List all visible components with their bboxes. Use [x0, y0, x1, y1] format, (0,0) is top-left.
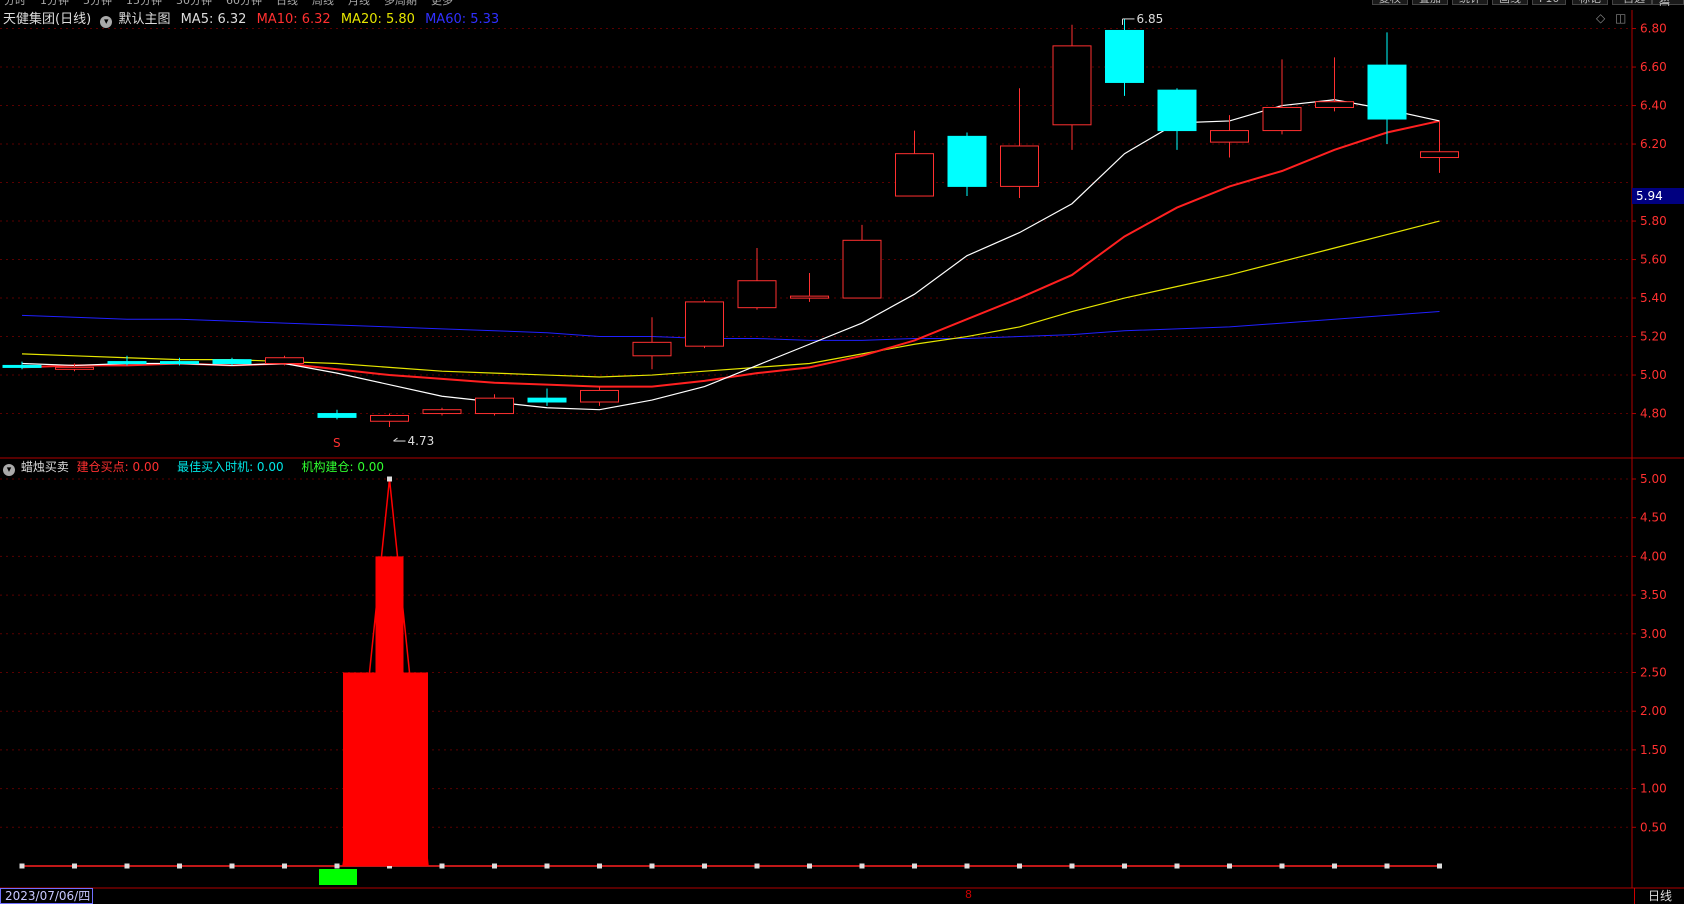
indicator-tick-label: 1.00 [1640, 782, 1667, 796]
indicator-dot [859, 863, 865, 869]
indicator-dot [177, 863, 182, 869]
indicator-tick-label: 3.00 [1640, 627, 1667, 641]
indicator-dot [124, 863, 130, 869]
candle [160, 361, 199, 365]
indicator-dot [439, 863, 445, 869]
candle [842, 239, 882, 299]
indicator-dot [1069, 863, 1075, 869]
candle [55, 366, 94, 370]
indicator-dot [807, 863, 812, 869]
candle [947, 135, 987, 187]
candle [2, 364, 42, 368]
candle [1262, 106, 1302, 132]
candle [422, 409, 462, 415]
candle [107, 361, 147, 365]
candle [790, 295, 829, 299]
max-price-label: 6.85 [1137, 12, 1164, 26]
price-tick-label: 6.80 [1640, 22, 1667, 36]
price-tick-label: 5.20 [1640, 330, 1667, 344]
indicator-dot [964, 863, 970, 869]
candle [1210, 130, 1249, 143]
indicator-dot [702, 863, 707, 869]
candle [475, 397, 514, 415]
indicator-dot [72, 863, 77, 869]
price-tick-label: 5.40 [1640, 291, 1667, 305]
price-tick-label: 4.80 [1640, 407, 1667, 421]
candle [1367, 64, 1407, 120]
candle [1052, 45, 1092, 126]
indicator-dot [912, 863, 917, 869]
candle [317, 413, 357, 418]
price-tick-label: 5.60 [1640, 253, 1667, 267]
price-tick-label: 6.60 [1640, 60, 1667, 74]
indicator-tick-label: 5.00 [1640, 472, 1667, 486]
candle [265, 357, 304, 365]
indicator-dot [282, 863, 287, 869]
indicator-dot [229, 863, 235, 869]
jigou-bar [319, 869, 357, 885]
ma20-line [21, 220, 1440, 378]
candle [737, 280, 777, 309]
indicator-dot [492, 863, 497, 869]
chart-canvas[interactable]: 6.80 6.60 6.40 6.20 5.80 5.60 5.40 5.20 5.00 4.80… [0, 0, 1684, 904]
price-tick-label: 6.20 [1640, 137, 1667, 151]
indicator-dot [1437, 863, 1442, 869]
kline-app: 分时1分钟5分钟15分钟30分钟60分钟日线周线月线多周期更多 复权叠加统计画线… [0, 0, 1684, 904]
price-tick-label: 5.80 [1640, 214, 1667, 228]
indicator-dot [597, 863, 602, 869]
candle [370, 414, 409, 422]
x-axis-marker: 8 [965, 888, 972, 901]
candle [580, 389, 619, 403]
indicator-tick-label: 0.50 [1640, 820, 1667, 834]
candle [1157, 89, 1197, 132]
period-label[interactable]: 日线 [1634, 888, 1684, 904]
candle [212, 359, 252, 364]
indicator-tick-label: 3.50 [1640, 588, 1667, 602]
indicator-dot [1174, 863, 1180, 869]
min-price-label: 4.73 [408, 434, 435, 448]
indicator-tick-label: 2.00 [1640, 704, 1667, 718]
sell-signal-mark: S [333, 436, 341, 450]
indicator-dot [1384, 863, 1390, 869]
indicator-dot [1122, 863, 1127, 869]
indicator-dot [544, 863, 550, 869]
current-price-marker: 5.94 [1632, 188, 1684, 204]
indicator-dot [1017, 863, 1022, 869]
candle [527, 397, 567, 403]
indicator-dot [1332, 863, 1337, 869]
candle [632, 341, 672, 357]
candle [1420, 151, 1459, 159]
indicator-tick-label: 4.50 [1640, 511, 1667, 525]
indicator-dot [754, 863, 760, 869]
zuijia-bar [375, 556, 404, 866]
indicator-dot [334, 863, 340, 869]
indicator-dot [1279, 863, 1285, 869]
indicator-dot [649, 863, 655, 869]
price-tick-label: 5.00 [1640, 368, 1667, 382]
indicator-dot [1227, 863, 1232, 869]
indicator-tick-label: 1.50 [1640, 743, 1667, 757]
indicator-dot [19, 863, 25, 869]
candle [1000, 145, 1039, 187]
spike-dot [387, 476, 392, 482]
ma10-line [21, 119, 1440, 388]
candle [1105, 29, 1144, 83]
candle [685, 301, 724, 347]
price-tick-label: 6.40 [1640, 99, 1667, 113]
candle [895, 153, 934, 197]
candle [1315, 101, 1354, 108]
indicator-tick-label: 2.50 [1640, 666, 1667, 680]
date-cursor-label: 2023/07/06/四 [0, 888, 93, 904]
indicator-tick-label: 4.00 [1640, 549, 1667, 563]
